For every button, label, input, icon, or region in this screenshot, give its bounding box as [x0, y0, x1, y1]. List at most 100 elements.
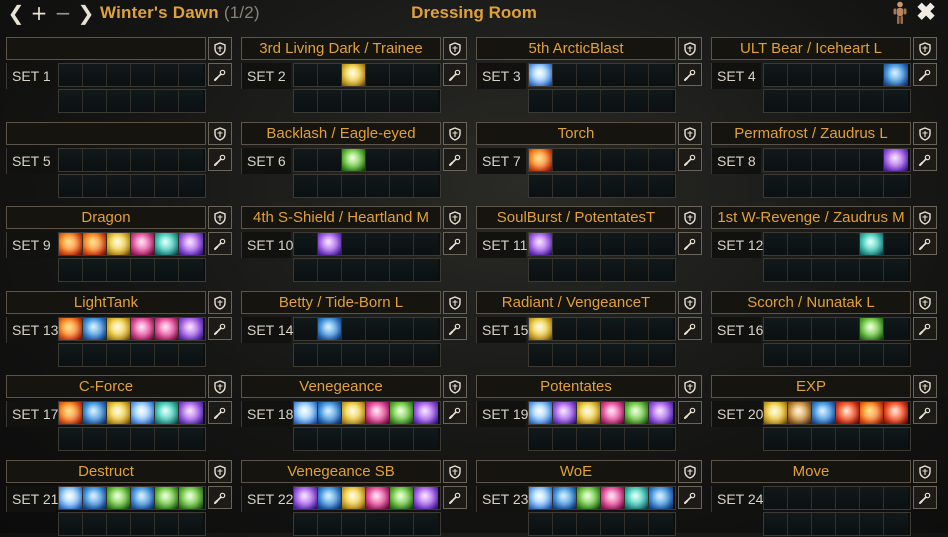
skill-slot[interactable] [318, 90, 342, 112]
set-name[interactable]: Destruct [6, 460, 206, 483]
skill-slot[interactable] [601, 64, 625, 86]
shield-icon[interactable] [678, 375, 702, 398]
skill-slot[interactable] [155, 175, 179, 197]
skill-slot[interactable] [529, 318, 553, 340]
skill-slot[interactable] [649, 428, 673, 450]
set-name[interactable]: 1st W-Revenge / Zaudrus M [711, 206, 911, 229]
skill-slot[interactable] [788, 259, 812, 281]
skill-slot[interactable] [649, 344, 673, 366]
wrench-icon[interactable] [443, 232, 467, 255]
skill-slot[interactable] [131, 175, 155, 197]
set-name[interactable]: LightTank [6, 291, 206, 314]
skill-slot[interactable] [764, 344, 788, 366]
skill-slot[interactable] [553, 428, 577, 450]
skill-slot[interactable] [107, 90, 131, 112]
wrench-icon[interactable] [678, 486, 702, 509]
skill-slot[interactable] [812, 402, 836, 424]
skill-slot[interactable] [529, 64, 553, 86]
skill-slot[interactable] [414, 64, 438, 86]
wrench-icon[interactable] [678, 232, 702, 255]
skill-slot[interactable] [577, 513, 601, 535]
skill-slot[interactable] [155, 233, 179, 255]
skill-slot[interactable] [342, 428, 366, 450]
skill-slot[interactable] [812, 487, 836, 509]
skill-slot[interactable] [764, 90, 788, 112]
skill-slot[interactable] [577, 149, 601, 171]
skill-slot[interactable] [553, 259, 577, 281]
shield-icon[interactable] [443, 122, 467, 145]
skill-slot[interactable] [366, 318, 390, 340]
skill-slot[interactable] [601, 428, 625, 450]
skill-slot[interactable] [107, 513, 131, 535]
skill-slot[interactable] [59, 318, 83, 340]
set-name[interactable]: Torch [476, 122, 676, 145]
wrench-icon[interactable] [678, 401, 702, 424]
skill-slot[interactable] [107, 149, 131, 171]
skill-slot[interactable] [342, 90, 366, 112]
skill-slot[interactable] [625, 513, 649, 535]
skill-slot[interactable] [625, 90, 649, 112]
skill-slot[interactable] [860, 149, 884, 171]
skill-slot[interactable] [294, 175, 318, 197]
skill-slot[interactable] [553, 90, 577, 112]
skill-slot[interactable] [155, 318, 179, 340]
skill-slot[interactable] [601, 175, 625, 197]
skill-slot[interactable] [107, 428, 131, 450]
skill-slot[interactable] [294, 318, 318, 340]
skill-slot[interactable] [577, 175, 601, 197]
set-name[interactable]: Dragon [6, 206, 206, 229]
skill-slot[interactable] [860, 90, 884, 112]
skill-slot[interactable] [179, 64, 203, 86]
skill-slot[interactable] [577, 344, 601, 366]
skill-slot[interactable] [107, 233, 131, 255]
skill-slot[interactable] [131, 513, 155, 535]
skill-slot[interactable] [131, 90, 155, 112]
skill-slot[interactable] [318, 402, 342, 424]
wrench-icon[interactable] [678, 148, 702, 171]
skill-slot[interactable] [812, 64, 836, 86]
skill-slot[interactable] [836, 259, 860, 281]
skill-slot[interactable] [649, 149, 673, 171]
skill-slot[interactable] [390, 64, 414, 86]
skill-slot[interactable] [812, 149, 836, 171]
skill-slot[interactable] [414, 513, 438, 535]
skill-slot[interactable] [788, 487, 812, 509]
skill-slot[interactable] [764, 513, 788, 535]
skill-slot[interactable] [601, 233, 625, 255]
skill-slot[interactable] [131, 428, 155, 450]
skill-slot[interactable] [836, 64, 860, 86]
skill-slot[interactable] [155, 149, 179, 171]
skill-slot[interactable] [390, 175, 414, 197]
skill-slot[interactable] [131, 64, 155, 86]
skill-slot[interactable] [601, 90, 625, 112]
skill-slot[interactable] [366, 90, 390, 112]
skill-slot[interactable] [764, 233, 788, 255]
skill-slot[interactable] [788, 402, 812, 424]
skill-slot[interactable] [788, 90, 812, 112]
skill-slot[interactable] [577, 487, 601, 509]
shield-icon[interactable] [913, 460, 937, 483]
skill-slot[interactable] [131, 487, 155, 509]
skill-slot[interactable] [764, 402, 788, 424]
set-name[interactable] [6, 37, 206, 60]
skill-slot[interactable] [764, 64, 788, 86]
skill-slot[interactable] [553, 233, 577, 255]
skill-slot[interactable] [131, 233, 155, 255]
skill-slot[interactable] [625, 259, 649, 281]
skill-slot[interactable] [131, 318, 155, 340]
skill-slot[interactable] [812, 233, 836, 255]
skill-slot[interactable] [812, 175, 836, 197]
set-name[interactable]: ULT Bear / Iceheart L [711, 37, 911, 60]
skill-slot[interactable] [366, 149, 390, 171]
skill-slot[interactable] [155, 487, 179, 509]
skill-slot[interactable] [390, 487, 414, 509]
wrench-icon[interactable] [678, 317, 702, 340]
skill-slot[interactable] [625, 318, 649, 340]
skill-slot[interactable] [788, 175, 812, 197]
skill-slot[interactable] [764, 149, 788, 171]
set-name[interactable]: Scorch / Nunatak L [711, 291, 911, 314]
skill-slot[interactable] [179, 402, 203, 424]
skill-slot[interactable] [107, 344, 131, 366]
skill-slot[interactable] [390, 513, 414, 535]
skill-slot[interactable] [83, 513, 107, 535]
